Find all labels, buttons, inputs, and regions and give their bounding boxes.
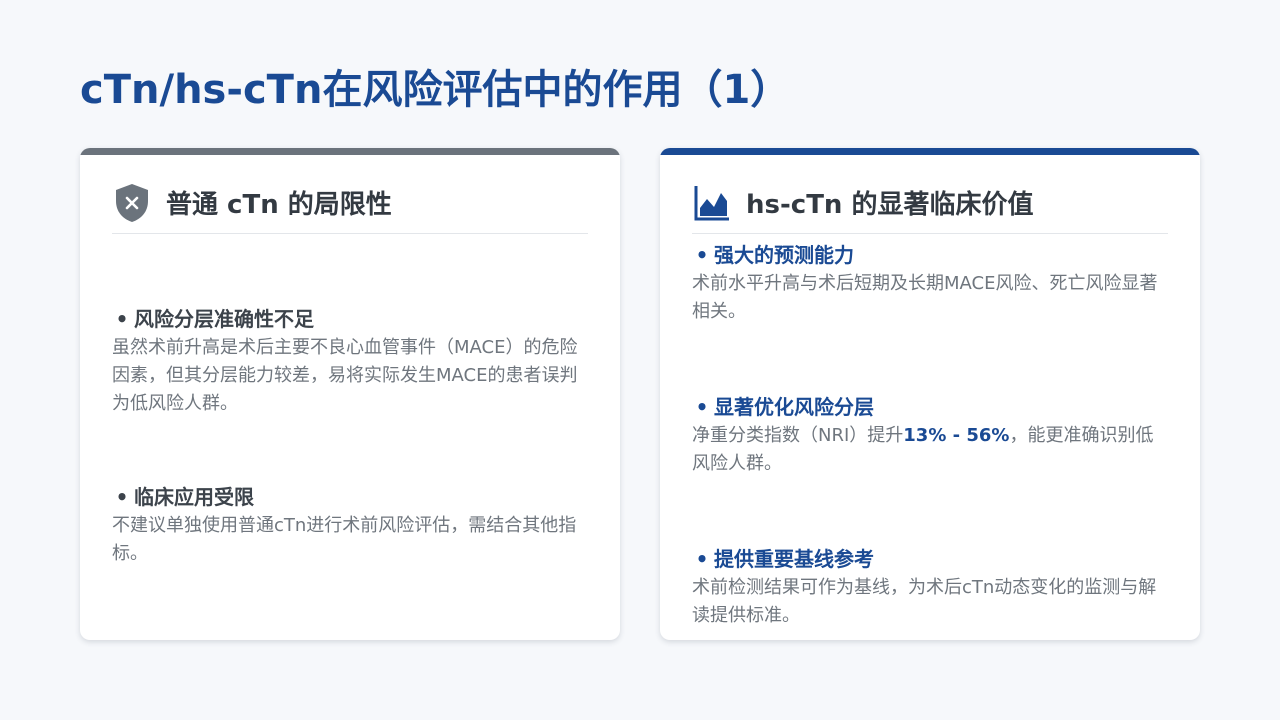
item-heading: • 提供重要基线参考	[692, 544, 1160, 574]
card-header: hs-cTn 的显著临床价值	[692, 178, 1168, 234]
item-body: 术前水平升高与术后短期及长期MACE风险、死亡风险显著相关。	[692, 273, 1158, 322]
item-heading: • 强大的预测能力	[692, 240, 1160, 270]
item-heading: • 显著优化风险分层	[692, 392, 1160, 422]
list-item: • 强大的预测能力 术前水平升高与术后短期及长期MACE风险、死亡风险显著相关。	[692, 240, 1160, 326]
bullet: •	[695, 547, 709, 571]
item-body: 虽然术前升高是术后主要不良心血管事件（MACE）的危险因素，但其分层能力较差，易…	[112, 337, 578, 414]
item-body: 术前检测结果可作为基线，为术后cTn动态变化的监测与解读提供标准。	[692, 577, 1157, 626]
area-chart-icon	[692, 183, 732, 223]
item-heading-text: 临床应用受限	[134, 485, 254, 509]
card-title: 普通 cTn 的局限性	[166, 190, 392, 220]
item-body: 净重分类指数（NRI）提升13% - 56%，能更准确识别低风险人群。	[692, 422, 1160, 478]
item-heading-text: 提供重要基线参考	[714, 547, 874, 571]
card-top-bar	[660, 148, 1200, 155]
item-list: • 风险分层准确性不足 虽然术前升高是术后主要不良心血管事件（MACE）的危险因…	[112, 248, 580, 630]
bullet: •	[115, 485, 129, 509]
card-header: 普通 cTn 的局限性	[112, 178, 588, 234]
slide: cTn/hs-cTn在风险评估中的作用（1） 普通 cTn 的局限性 • 风险分…	[0, 0, 1280, 720]
clinical-value-card: hs-cTn 的显著临床价值 • 强大的预测能力 术前水平升高与术后短期及长期M…	[660, 148, 1200, 640]
item-heading: • 风险分层准确性不足	[112, 304, 580, 334]
shield-x-icon	[112, 183, 152, 223]
bullet: •	[115, 307, 129, 331]
list-item: • 临床应用受限 不建议单独使用普通cTn进行术前风险评估，需结合其他指标。	[112, 482, 580, 568]
item-body: 不建议单独使用普通cTn进行术前风险评估，需结合其他指标。	[112, 515, 577, 564]
item-body-prefix: 净重分类指数（NRI）提升	[692, 425, 904, 446]
bullet: •	[695, 243, 709, 267]
nri-highlight: 13% - 56%	[903, 425, 1010, 446]
item-heading-text: 强大的预测能力	[714, 243, 854, 267]
item-heading-text: 显著优化风险分层	[714, 395, 874, 419]
page-title: cTn/hs-cTn在风险评估中的作用（1）	[80, 67, 791, 113]
card-title: hs-cTn 的显著临床价值	[746, 190, 1034, 220]
list-item: • 显著优化风险分层 净重分类指数（NRI）提升13% - 56%，能更准确识别…	[692, 392, 1160, 478]
item-heading: • 临床应用受限	[112, 482, 580, 512]
card-top-bar	[80, 148, 620, 155]
bullet: •	[695, 395, 709, 419]
item-list: • 强大的预测能力 术前水平升高与术后短期及长期MACE风险、死亡风险显著相关。…	[692, 243, 1160, 630]
list-item: • 提供重要基线参考 术前检测结果可作为基线，为术后cTn动态变化的监测与解读提…	[692, 544, 1160, 630]
limitations-card: 普通 cTn 的局限性 • 风险分层准确性不足 虽然术前升高是术后主要不良心血管…	[80, 148, 620, 640]
item-heading-text: 风险分层准确性不足	[134, 307, 314, 331]
list-item: • 风险分层准确性不足 虽然术前升高是术后主要不良心血管事件（MACE）的危险因…	[112, 304, 580, 418]
